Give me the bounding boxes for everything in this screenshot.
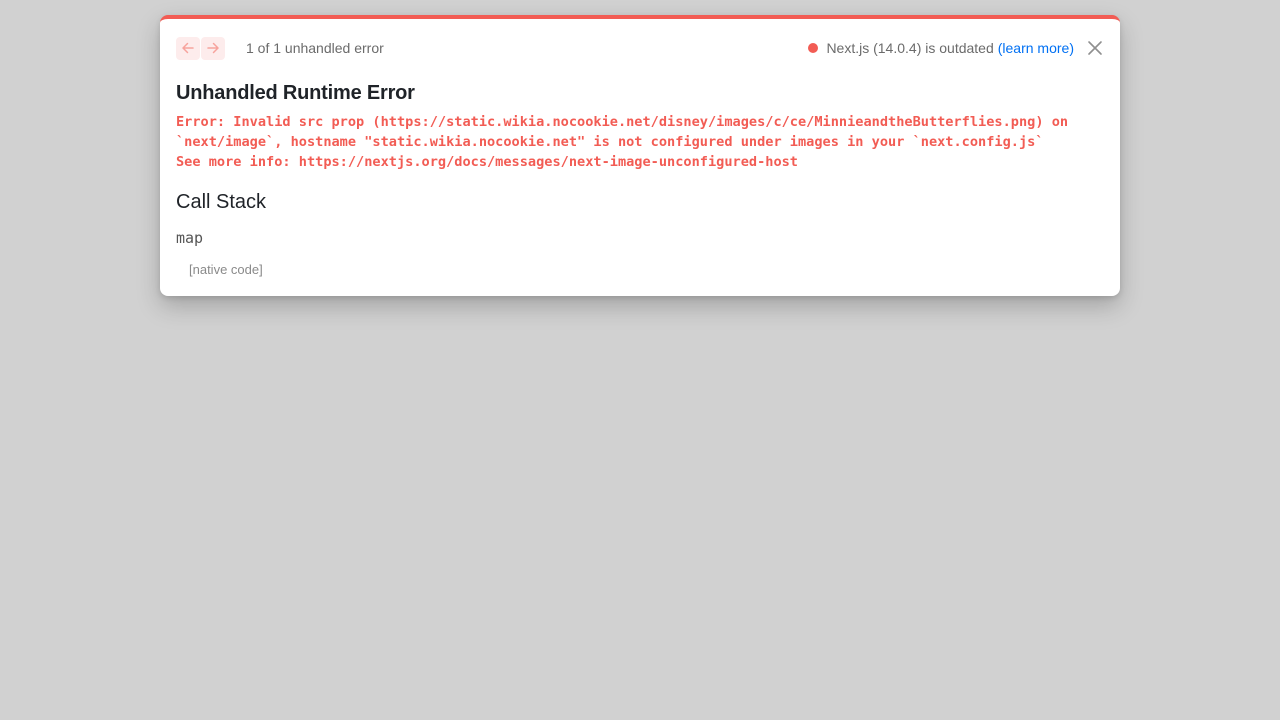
status-dot-icon (808, 43, 819, 53)
learn-more-link[interactable]: (learn more) (998, 40, 1074, 56)
error-title: Unhandled Runtime Error (176, 82, 415, 104)
dialog-header: 1 of 1 unhandled error Next.js (14.0.4) … (176, 36, 1104, 60)
version-status: Next.js (14.0.4) is outdated (learn more… (808, 39, 1104, 57)
error-pagination-nav (176, 36, 226, 60)
arrow-right-icon (207, 42, 219, 54)
error-message-line: Error: Invalid src prop (https://static.… (176, 114, 1069, 130)
close-icon (1088, 41, 1102, 55)
arrow-left-icon (182, 42, 194, 54)
version-status-text: Next.js (14.0.4) is outdated (826, 40, 994, 56)
stack-frame-location: [native code] (189, 262, 263, 277)
stack-frame-function[interactable]: map (176, 229, 203, 247)
close-button[interactable] (1086, 39, 1104, 57)
next-error-button[interactable] (201, 36, 225, 60)
error-overlay-dialog: 1 of 1 unhandled error Next.js (14.0.4) … (160, 15, 1120, 296)
error-counter: 1 of 1 unhandled error (246, 40, 384, 56)
call-stack-heading: Call Stack (176, 191, 267, 213)
error-message-line: `next/image`, hostname "static.wikia.noc… (176, 134, 1044, 150)
previous-error-button[interactable] (176, 36, 200, 60)
error-message: Error: Invalid src prop (https://static.… (176, 112, 1106, 172)
error-message-line: See more info: https://nextjs.org/docs/m… (176, 154, 798, 170)
